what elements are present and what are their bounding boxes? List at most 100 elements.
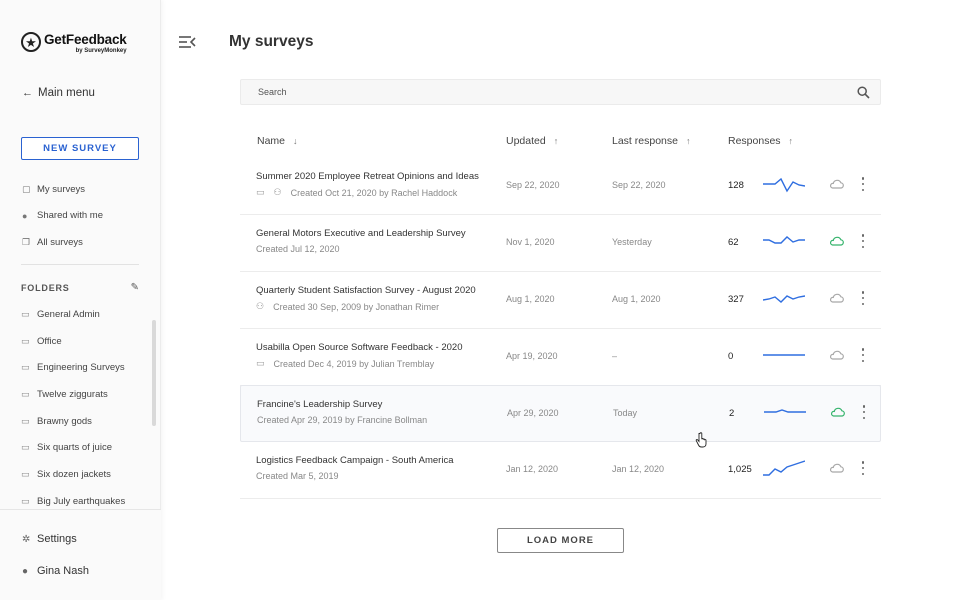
folder-item[interactable]: ▭ Twelve ziggurats [21,381,125,408]
more-options-icon[interactable] [861,234,865,248]
folder-icon: ▭ [256,358,265,368]
table-row[interactable]: Logistics Feedback Campaign - South Amer… [240,442,881,499]
hand-cursor-icon [695,432,707,448]
cloud-icon[interactable] [829,349,844,360]
sort-down-icon: ↓ [293,136,298,146]
user-menu[interactable]: ● Gina Nash [22,565,89,577]
created-text: Created Mar 5, 2019 [256,471,339,481]
sidebar-item-all-surveys[interactable]: ❐ All surveys [22,229,103,256]
created-text: Created Dec 4, 2019 by Julian Tremblay [273,358,435,369]
sidebar-nav: ▢ My surveys ● Shared with me ❐ All surv… [22,176,103,256]
sidebar-item-my-surveys[interactable]: ▢ My surveys [22,176,103,203]
search-input[interactable]: Search [240,79,881,105]
new-survey-button[interactable]: NEW SURVEY [21,137,139,160]
main-menu-label: Main menu [38,87,95,99]
people-icon: ⚇ [256,301,265,311]
more-options-icon[interactable] [861,461,865,475]
folder-icon: ▭ [21,495,30,506]
folder-item[interactable]: ▭ General Admin [21,301,125,328]
getfeedback-logo[interactable]: ★ GetFeedback by SurveyMonkey [21,32,127,55]
sidebar-item-label: All surveys [37,236,83,248]
more-options-icon[interactable] [861,177,865,191]
table-row[interactable]: General Motors Executive and Leadership … [240,215,881,272]
response-count: 1,025 [728,464,752,475]
sidebar-item-shared-with-me[interactable]: ● Shared with me [22,203,103,230]
more-options-icon[interactable] [862,405,866,419]
folders-header: FOLDERS ✎ [21,282,139,293]
created-text: Created 30 Sep, 2009 by Jonathan Rimer [273,301,440,312]
survey-title[interactable]: Quarterly Student Satisfaction Survey - … [256,285,476,296]
logo-name: GetFeedback [44,32,127,47]
updated-date: Apr 29, 2020 [507,408,559,418]
column-header-updated[interactable]: Updated ↑ [506,135,558,147]
search-icon[interactable] [857,86,870,99]
column-header-last-response[interactable]: Last response ↑ [612,135,690,147]
settings-link[interactable]: ✲ Settings [22,533,77,545]
page-title: My surveys [229,33,314,50]
folder-label: Twelve ziggurats [37,388,108,400]
load-more-button[interactable]: LOAD MORE [497,528,624,553]
folder-icon: ▭ [21,388,30,399]
sidebar: ★ GetFeedback by SurveyMonkey ← Main men… [0,0,161,600]
last-response-date: Today [613,408,638,418]
updated-date: Jan 12, 2020 [506,464,559,474]
folder-item[interactable]: ▭ Engineering Surveys [21,354,125,381]
people-icon: ⚇ [273,187,282,197]
cloud-icon[interactable] [830,406,845,417]
survey-meta: Created Apr 29, 2019 by Francine Bollman [257,415,427,425]
folder-item[interactable]: ▭ Office [21,328,125,355]
updated-date: Nov 1, 2020 [506,237,555,247]
main-menu-link[interactable]: ← Main menu [22,87,95,99]
created-text: Created Jul 12, 2020 [256,244,340,254]
more-options-icon[interactable] [861,348,865,362]
sidebar-item-label: My surveys [37,183,86,195]
last-response-date: Aug 1, 2020 [612,294,661,304]
last-response-date: Jan 12, 2020 [612,464,665,474]
table-row[interactable]: Usabilla Open Source Software Feedback -… [240,329,881,386]
sidebar-divider [21,264,139,265]
table-row[interactable]: Summer 2020 Employee Retreat Opinions an… [240,158,881,215]
folder-label: Engineering Surveys [37,362,125,374]
column-header-responses[interactable]: Responses ↑ [728,135,793,147]
cloud-icon[interactable] [829,178,844,189]
collapse-menu-icon[interactable] [178,34,196,50]
user-name: Gina Nash [37,565,89,577]
table-row[interactable]: Quarterly Student Satisfaction Survey - … [240,272,881,329]
sparkline-line [764,409,806,413]
survey-meta: Created Jul 12, 2020 [256,244,340,254]
survey-title[interactable]: Logistics Feedback Campaign - South Amer… [256,455,454,466]
updated-date: Apr 19, 2020 [506,351,558,361]
more-options-icon[interactable] [861,291,865,305]
arrow-left-icon: ← [22,87,33,99]
sparkline [763,354,805,356]
folder-icon: ▭ [21,362,30,373]
survey-title[interactable]: Summer 2020 Employee Retreat Opinions an… [256,171,479,182]
sidebar-scrollbar[interactable] [152,320,156,426]
survey-title[interactable]: Usabilla Open Source Software Feedback -… [256,342,462,353]
folder-item[interactable]: ▭ Brawny gods [21,408,125,435]
cloud-icon[interactable] [829,292,844,303]
folder-item[interactable]: ▭ Six dozen jackets [21,461,125,488]
sparkline-line [763,177,805,193]
star-logo-icon: ★ [21,32,41,52]
copy-icon: ❐ [22,236,31,247]
pencil-icon[interactable]: ✎ [131,282,139,293]
table-row[interactable]: Francine's Leadership Survey Created Apr… [240,385,881,442]
folder-icon: ▭ [21,442,30,453]
cloud-icon[interactable] [829,235,844,246]
response-count: 327 [728,294,744,305]
folder-label: Office [37,335,62,347]
settings-label: Settings [37,533,77,545]
survey-title[interactable]: General Motors Executive and Leadership … [256,228,466,239]
sparkline [763,236,805,244]
sort-up-icon: ↑ [553,136,559,146]
column-header-name[interactable]: Name ↓ [257,135,298,147]
sparkline [763,460,805,476]
survey-title[interactable]: Francine's Leadership Survey [257,399,382,410]
folder-item[interactable]: ▭ Six quarts of juice [21,434,125,461]
cloud-icon[interactable] [829,462,844,473]
folder-icon: ▭ [21,415,30,426]
folder-list: ▭ General Admin ▭ Office ▭ Engineering Surv… [21,301,125,515]
user-icon: ● [22,565,29,577]
survey-meta: ▭ ⚇ Created Oct 21, 2020 by Rachel Haddock [256,187,457,198]
